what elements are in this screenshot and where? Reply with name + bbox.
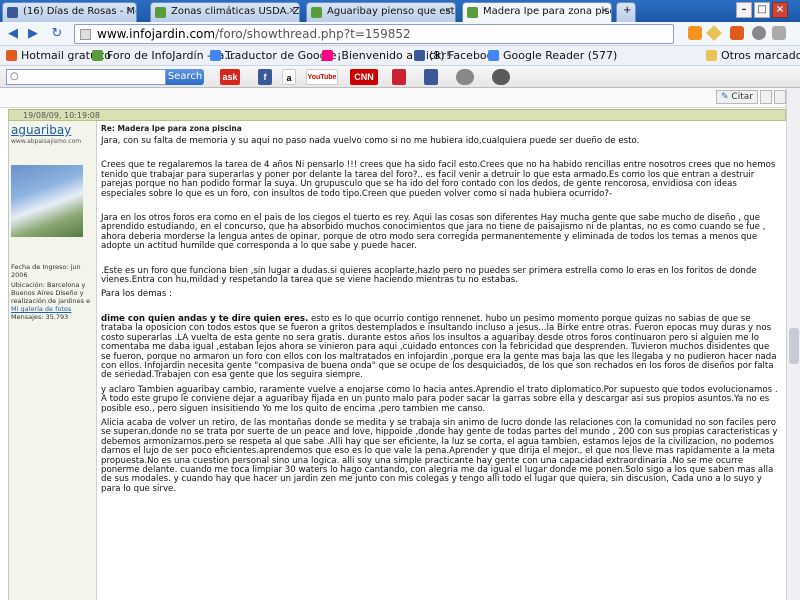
post-paragraph: dime con quien andas y te dire quien ere… xyxy=(101,313,777,381)
cnn-icon[interactable]: CNN xyxy=(350,69,378,85)
post-title: Re: Madera Ipe para zona piscina xyxy=(101,124,242,133)
search-icon: ○ xyxy=(10,71,19,82)
post-paragraph: .Este es un foro que funciona bien ,sin … xyxy=(101,265,757,286)
bookmark-translate[interactable]: Traductor de Google xyxy=(210,49,336,62)
facebook-favicon-icon xyxy=(7,7,18,18)
infojardin-favicon-icon xyxy=(155,7,166,18)
tab-madera-ipe[interactable]: Madera Ipe para zona piscina × xyxy=(462,2,612,22)
post-date: 19/08/09, 10:19:08 xyxy=(23,111,100,120)
infojardin-favicon-icon xyxy=(311,7,322,18)
url-host: www.infojardin.com xyxy=(97,27,216,41)
new-tab-button[interactable]: + xyxy=(616,2,636,22)
maximize-button[interactable]: □ xyxy=(754,2,770,18)
bookmark-other[interactable]: Otros marcadores xyxy=(706,49,800,62)
post-paragraph: Alicia acaba de volver un retiro, de las… xyxy=(101,417,778,494)
page-scrollbar[interactable] xyxy=(786,88,800,600)
post-content: Re: Madera Ipe para zona piscina Jara, c… xyxy=(101,121,785,600)
username-link[interactable]: aguaribay xyxy=(11,123,71,137)
post-paragraph: y aclaro Tambien aguaribay cambio, raram… xyxy=(101,384,778,414)
post-body: Jara, con su falta de memoria y su aqui … xyxy=(101,136,781,499)
youtube-icon[interactable]: YouTube xyxy=(306,69,338,85)
tab-title: Zonas climáticas USDA. Zona xyxy=(171,6,300,17)
bookmarks-bar: Hotmail gratuito Foro de InfoJardín - ja… xyxy=(0,46,800,66)
bookmark-facebook[interactable]: (8) Facebook xyxy=(414,49,500,62)
navigation-bar: ◀ ▶ ↻ www.infojardin.com/foro/showthread… xyxy=(0,22,800,46)
post-paragraph: Jara en los otros foros era como en el p… xyxy=(101,213,766,252)
url-path: /foro/showthread.php?t=159852 xyxy=(215,27,411,41)
quick-reply-button[interactable] xyxy=(774,90,786,104)
quote-icon: ✎ xyxy=(721,92,732,102)
post-paragraph: Para los demas : xyxy=(101,289,172,300)
message-count: Mensajes: 35.793 xyxy=(11,313,69,321)
bookmark-toolbar-icon[interactable] xyxy=(392,69,406,85)
amazon-icon[interactable]: a xyxy=(282,69,296,85)
extension-icon[interactable] xyxy=(730,26,744,40)
mail-icon[interactable] xyxy=(456,69,474,85)
plus-icon: + xyxy=(623,5,632,16)
close-tab-icon[interactable]: × xyxy=(444,6,452,16)
infojardin-icon xyxy=(92,50,103,61)
forward-icon[interactable]: ▶ xyxy=(24,25,42,43)
join-date: Fecha de Ingreso: jun 2006 xyxy=(11,263,81,279)
toolbar-search-button[interactable]: Search xyxy=(166,69,204,85)
minimize-button[interactable]: – xyxy=(736,2,752,18)
close-window-button[interactable]: × xyxy=(772,2,788,18)
rss-icon[interactable] xyxy=(688,26,702,40)
toolbar-search-input[interactable]: ○ xyxy=(6,69,166,85)
user-info-panel: aguaribay www.abpaisajismo.com Fecha de … xyxy=(9,121,97,600)
google-translate-icon xyxy=(210,50,221,61)
scrollbar-thumb[interactable] xyxy=(789,328,799,364)
post: aguaribay www.abpaisajismo.com Fecha de … xyxy=(8,121,786,600)
tab-strip: (16) Días de Rosas - Mensaje × Zonas cli… xyxy=(0,0,800,22)
radio-icon[interactable] xyxy=(492,69,510,85)
multiquote-button[interactable] xyxy=(760,90,772,104)
quote-button[interactable]: ✎ Citar xyxy=(716,90,758,104)
wrench-icon[interactable] xyxy=(772,26,786,40)
post-toolbar: ✎ Citar xyxy=(0,88,786,108)
tab-title: Madera Ipe para zona piscina xyxy=(483,6,611,17)
tab-dias-de-rosas[interactable]: (16) Días de Rosas - Mensaje × xyxy=(2,2,137,22)
user-website: www.abpaisajismo.com xyxy=(11,138,82,145)
post-paragraph: Crees que te regalaremos la tarea de 4 a… xyxy=(101,160,776,199)
ask-icon[interactable]: ask xyxy=(220,69,240,85)
facebook-icon[interactable]: f xyxy=(258,69,272,85)
page-menu-icon[interactable] xyxy=(752,26,766,40)
facebook-icon xyxy=(414,50,425,61)
search-toolbar: ○ Search ask f a YouTube CNN xyxy=(0,66,800,88)
star-icon[interactable] xyxy=(706,25,722,41)
infojardin-favicon-icon xyxy=(467,7,478,18)
reload-icon[interactable]: ↻ xyxy=(48,25,66,43)
google-reader-icon xyxy=(488,50,499,61)
web-page: ✎ Citar 19/08/09, 10:19:08 aguaribay www… xyxy=(0,88,786,600)
back-icon[interactable]: ◀ xyxy=(4,25,22,43)
close-tab-icon[interactable]: × xyxy=(288,6,296,16)
close-tab-icon[interactable]: × xyxy=(125,6,133,16)
page-icon xyxy=(80,29,91,40)
flickr-icon xyxy=(322,50,333,61)
user-location: Ubicación: Barcelona y Buenos Aires Dise… xyxy=(11,281,91,305)
post-paragraph: Jara, con su falta de memoria y su aqui … xyxy=(101,136,640,146)
tab-zonas-climaticas[interactable]: Zonas climáticas USDA. Zona × xyxy=(150,2,300,22)
tab-aguaribay[interactable]: Aguaribay pienso que estás × xyxy=(306,2,456,22)
photo-gallery-link[interactable]: Mi galería de fotos xyxy=(11,305,95,313)
avatar xyxy=(11,165,83,237)
close-tab-icon[interactable]: × xyxy=(600,6,608,16)
post-header: 19/08/09, 10:19:08 xyxy=(8,109,786,121)
folder-icon xyxy=(706,50,717,61)
tab-title: (16) Días de Rosas - Mensaje xyxy=(23,6,136,17)
browser-window: (16) Días de Rosas - Mensaje × Zonas cli… xyxy=(0,0,800,600)
hotmail-icon xyxy=(6,50,17,61)
facebook-share-icon[interactable] xyxy=(424,69,438,85)
address-bar[interactable]: www.infojardin.com/foro/showthread.php?t… xyxy=(74,24,674,44)
tab-title: Aguaribay pienso que estás xyxy=(327,6,456,17)
bookmark-google-reader[interactable]: Google Reader (577) xyxy=(488,49,617,62)
